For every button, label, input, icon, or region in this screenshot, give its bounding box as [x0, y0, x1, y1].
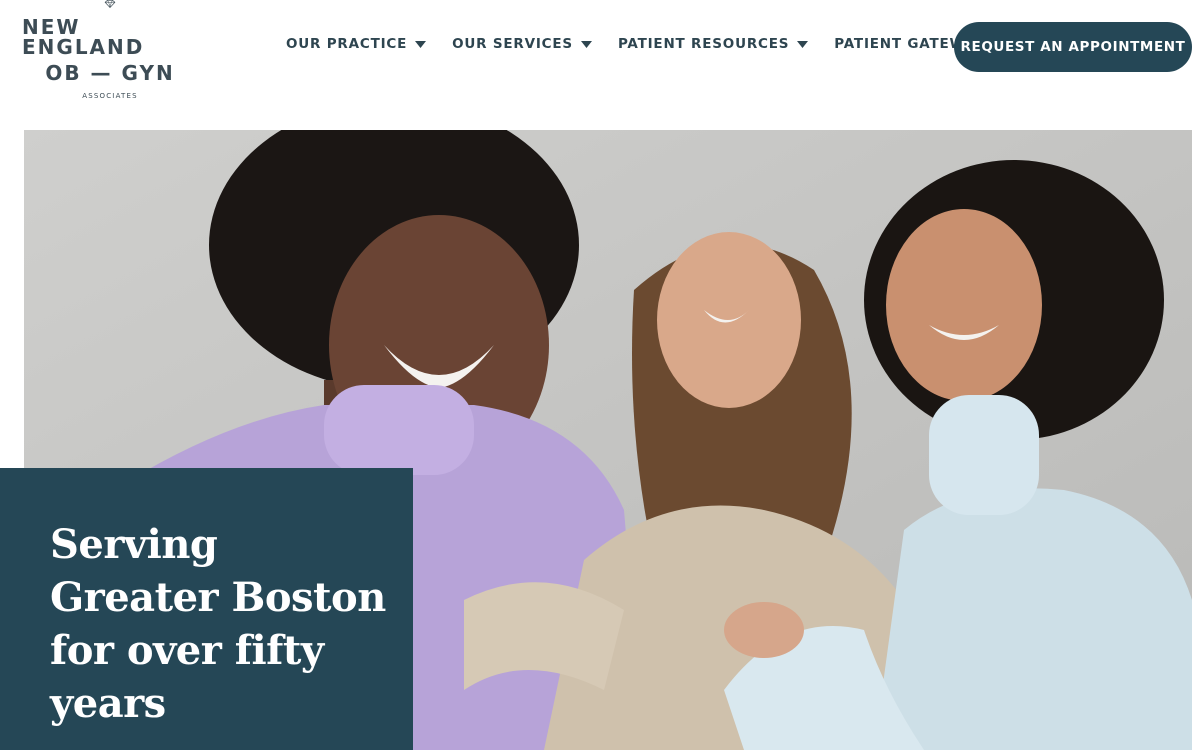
caret-down-icon	[415, 40, 427, 48]
nav-item-label: OUR PRACTICE	[286, 36, 408, 52]
hero-headline: Serving Greater Boston for over fifty ye…	[50, 521, 386, 727]
main-nav: OUR PRACTICE OUR SERVICES PATIENT RESOUR…	[286, 36, 1011, 52]
nav-item-label: PATIENT RESOURCES	[617, 36, 790, 52]
request-appointment-button[interactable]: REQUEST AN APPOINTMENT	[954, 22, 1192, 72]
caret-down-icon	[797, 40, 809, 48]
nav-item-label: OUR SERVICES	[452, 36, 573, 52]
logo-line-3: ASSOCIATES	[82, 92, 138, 100]
diamond-heart-icon	[104, 0, 116, 8]
nav-item-our-services[interactable]: OUR SERVICES	[452, 36, 592, 52]
logo-line-1: NEW ENGLAND	[22, 15, 145, 59]
caret-down-icon	[580, 40, 592, 48]
hero-caption-panel: Serving Greater Boston for over fifty ye…	[0, 468, 413, 750]
logo-line-2: OB — GYN	[45, 61, 175, 85]
nav-item-patient-resources[interactable]: PATIENT RESOURCES	[617, 36, 809, 52]
nav-item-our-practice[interactable]: OUR PRACTICE	[286, 36, 427, 52]
site-logo[interactable]: NEW ENGLAND OB — GYN ASSOCIATES	[22, 0, 198, 100]
